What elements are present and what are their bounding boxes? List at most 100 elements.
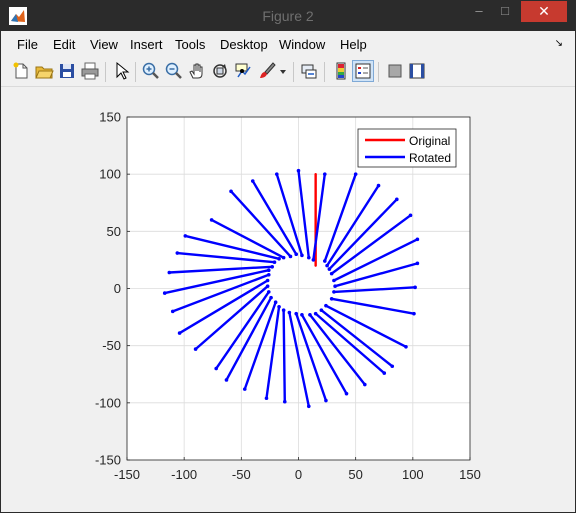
rotated-point: [376, 183, 381, 188]
y-tick-labels: 150 100 50 0 -50 -100 -150: [95, 110, 130, 468]
rotated-point: [266, 290, 271, 294]
rotated-point: [308, 312, 312, 317]
rotated-segment[interactable]: [282, 309, 286, 403]
title-bar: Figure 2 – □ ✕: [1, 1, 575, 31]
edit-plot-arrow-icon[interactable]: [111, 61, 131, 81]
rotated-point: [415, 237, 420, 242]
rotated-point: [288, 254, 293, 259]
rotated-point: [265, 278, 270, 283]
figure-window: Figure 2 – □ ✕ File Edit View Insert Too…: [0, 0, 576, 513]
rotated-point: [175, 251, 180, 255]
menu-tools[interactable]: Tools: [175, 37, 205, 52]
minimize-button[interactable]: –: [465, 1, 493, 23]
rotated-point: [273, 300, 278, 305]
data-cursor-icon[interactable]: [233, 61, 253, 81]
toolbar-separator: [135, 62, 136, 82]
rotated-point: [333, 284, 337, 289]
menu-dock-arrow-icon[interactable]: ↘: [555, 38, 563, 49]
rotated-point: [266, 272, 271, 277]
rotated-point: [313, 311, 318, 316]
menu-view[interactable]: View: [90, 37, 118, 52]
rotated-point: [390, 364, 395, 369]
legend[interactable]: Original Rotated: [357, 128, 457, 168]
rotated-point: [306, 404, 311, 409]
y-tick-label: -100: [95, 395, 121, 410]
rotated-point: [319, 308, 324, 313]
rotated-point: [282, 399, 287, 404]
y-tick-label: 100: [99, 167, 121, 182]
print-icon[interactable]: [80, 61, 100, 81]
rotated-point: [294, 252, 299, 256]
menu-edit[interactable]: Edit: [53, 37, 75, 52]
rotated-point: [322, 259, 327, 263]
rotated-point: [294, 311, 299, 316]
brush-dropdown-icon[interactable]: [278, 61, 288, 81]
rotated-point: [287, 310, 292, 315]
menu-file[interactable]: File: [17, 37, 38, 52]
brush-icon[interactable]: [257, 61, 277, 81]
pan-hand-icon[interactable]: [187, 61, 207, 81]
show-plot-tools-icon[interactable]: [407, 61, 427, 81]
rotated-point: [353, 172, 358, 176]
rotated-point: [382, 371, 387, 375]
x-tick-label: 150: [459, 467, 481, 482]
y-tick-label: 0: [114, 281, 121, 296]
hide-plot-tools-icon[interactable]: [385, 61, 405, 81]
rotated-point: [193, 347, 198, 351]
rotated-point: [415, 261, 420, 266]
rotated-point: [167, 270, 172, 275]
rotated-point: [412, 311, 416, 316]
rotated-point: [242, 387, 247, 391]
rotated-point: [250, 179, 255, 183]
rotated-point: [177, 331, 182, 335]
close-button[interactable]: ✕: [521, 1, 567, 22]
rotated-point: [277, 304, 281, 309]
rotated-point: [395, 197, 399, 202]
rotated-point: [281, 308, 286, 313]
rotated-point: [363, 382, 367, 387]
menu-desktop[interactable]: Desktop: [220, 37, 268, 52]
menu-window[interactable]: Window: [279, 37, 325, 52]
rotated-point: [329, 296, 334, 301]
save-icon[interactable]: [57, 61, 77, 81]
legend-label-original: Original: [409, 134, 450, 148]
y-tick-label: 50: [107, 224, 121, 239]
menu-insert[interactable]: Insert: [130, 37, 163, 52]
x-tick-label: -150: [114, 467, 140, 482]
rotated-point: [266, 268, 271, 273]
new-figure-icon[interactable]: [11, 61, 31, 81]
x-tick-labels: -150 -100 -50 0 50 100 150: [114, 457, 481, 482]
open-file-icon[interactable]: [34, 61, 54, 81]
x-tick-label: 50: [348, 467, 362, 482]
legend-icon[interactable]: [352, 60, 374, 82]
toolbar-separator: [293, 62, 294, 82]
rotated-point: [322, 172, 327, 176]
zoom-in-icon[interactable]: [141, 61, 161, 81]
plot-svg: -150 -100 -50 0 50 100 150 150100500-50-100-15…: [95, 110, 481, 483]
rotated-point: [296, 168, 301, 173]
menu-help[interactable]: Help: [340, 37, 367, 52]
rotated-point: [209, 218, 214, 222]
link-plot-icon[interactable]: [299, 61, 319, 81]
figure-canvas: -150 -100 -50 0 50 100 150 150 100 50 0 -50 -100 -15…: [1, 87, 575, 512]
rotated-point: [270, 264, 275, 269]
rotate-3d-icon[interactable]: [210, 61, 230, 81]
rotated-point: [324, 303, 328, 308]
rotated-point: [332, 278, 336, 283]
rotated-point: [332, 290, 336, 294]
rotated-point: [325, 263, 329, 268]
zoom-out-icon[interactable]: [164, 61, 184, 81]
colorbar-icon[interactable]: [331, 61, 351, 81]
maximize-button[interactable]: □: [491, 1, 519, 23]
rotated-point: [183, 234, 188, 238]
y-tick-label: -150: [95, 453, 121, 468]
rotated-point: [264, 396, 269, 401]
toolbar-separator: [378, 62, 379, 82]
rotated-point: [329, 271, 334, 276]
rotated-point: [214, 366, 218, 371]
rotated-point: [413, 285, 417, 290]
rotated-point: [162, 291, 167, 295]
rotated-point: [404, 345, 408, 349]
rotated-point: [265, 284, 270, 289]
toolbar-separator: [105, 62, 106, 82]
